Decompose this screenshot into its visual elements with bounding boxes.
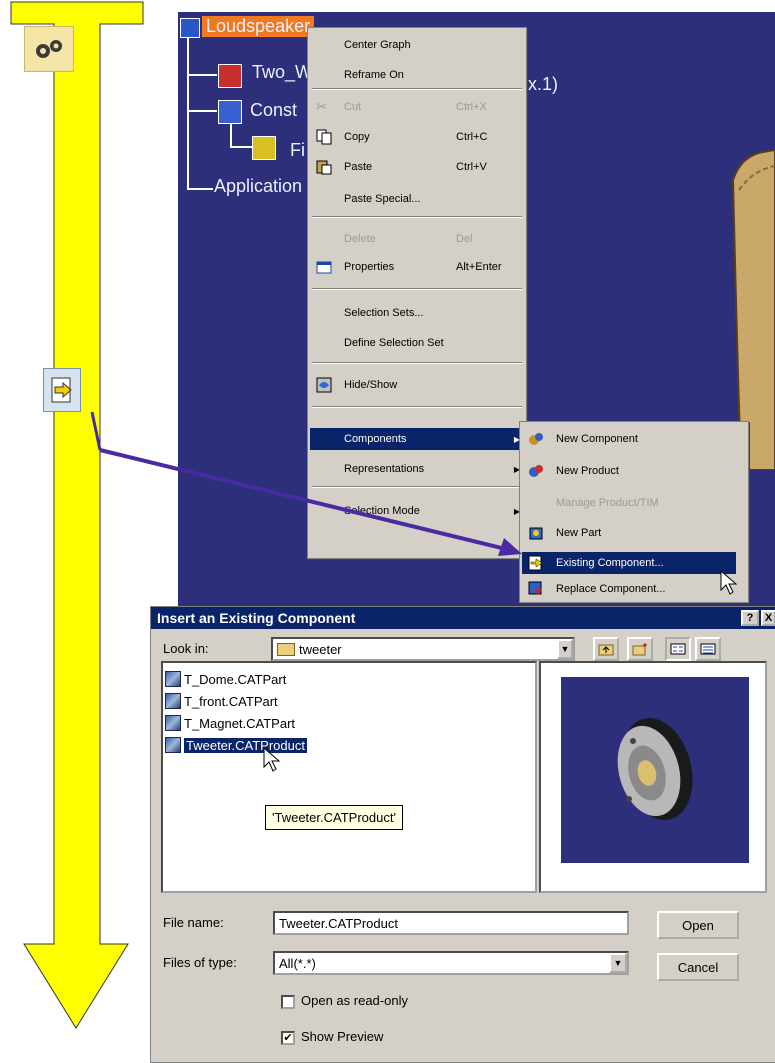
menu-item-hide-show[interactable]: Hide/Show [310, 374, 524, 396]
menu-item-selection-sets[interactable]: Selection Sets... [310, 302, 524, 324]
catproduct-icon [165, 737, 181, 753]
help-button[interactable]: ? [741, 610, 759, 626]
product-icon [218, 64, 242, 88]
file-name-input[interactable]: Tweeter.CATProduct [273, 911, 629, 935]
show-preview-checkbox[interactable]: ✔ [281, 1031, 295, 1045]
product-icon [180, 18, 200, 38]
close-button[interactable]: X [761, 610, 775, 626]
submenu-item-replace-component[interactable]: Replace Component... [522, 578, 736, 600]
replace-component-icon [528, 581, 544, 597]
mouse-cursor-icon [720, 570, 738, 595]
folder-icon [277, 642, 295, 656]
insert-component-icon[interactable] [43, 368, 81, 412]
dropdown-arrow-icon[interactable]: ▼ [557, 639, 573, 659]
menu-item-properties[interactable]: Properties Alt+Enter [310, 256, 524, 278]
menu-item-paste[interactable]: Paste Ctrl+V [310, 156, 524, 178]
tree-item[interactable]: Application [214, 176, 302, 197]
tooltip: 'Tweeter.CATProduct' [265, 805, 403, 830]
submenu-item-new-product[interactable]: New Product [522, 460, 736, 482]
read-only-label: Open as read-only [301, 993, 408, 1008]
list-item[interactable]: T_Dome.CATPart [165, 669, 286, 689]
list-item[interactable]: T_front.CATPart [165, 691, 278, 711]
details-view-icon[interactable] [695, 637, 721, 661]
submenu-item-new-part[interactable]: New Part [522, 522, 736, 544]
cancel-button[interactable]: Cancel [657, 953, 739, 981]
dropdown-arrow-icon[interactable]: ▼ [609, 953, 627, 973]
submenu-item-manage-product[interactable]: Manage Product/TIM [522, 492, 736, 514]
up-folder-icon[interactable] [593, 637, 619, 661]
look-in-select[interactable]: tweeter [271, 637, 575, 661]
files-of-type-select[interactable]: All(*.*) [273, 951, 629, 975]
paste-icon [316, 159, 332, 175]
list-item[interactable]: T_Magnet.CATPart [165, 713, 295, 733]
scissors-icon: ✂ [316, 99, 327, 114]
mouse-cursor-icon [263, 747, 281, 772]
dialog-title-bar[interactable]: Insert an Existing Component [151, 607, 775, 629]
gear-icon [528, 431, 544, 447]
product-icon [528, 463, 544, 479]
submenu-item-existing-component[interactable]: Existing Component... [522, 552, 736, 574]
components-submenu: New Component New Product Manage Product… [519, 421, 749, 603]
dialog-title: Insert an Existing Component [157, 610, 356, 626]
hide-show-icon [316, 377, 332, 393]
file-name-label: File name: [163, 915, 224, 930]
tree-item-suffix: x.1) [528, 74, 559, 94]
look-in-label: Look in: [163, 641, 209, 656]
insert-existing-component-dialog: Insert an Existing Component ? X Look in… [150, 606, 775, 1063]
pointer-arrow [90, 411, 522, 556]
menu-item-copy[interactable]: Copy Ctrl+C [310, 126, 524, 148]
submenu-item-new-component[interactable]: New Component [522, 428, 736, 450]
insert-component-icon [528, 555, 544, 571]
menu-item-delete[interactable]: Delete Del [310, 228, 524, 250]
tree-item[interactable]: Fi [290, 140, 305, 161]
part-icon [528, 525, 544, 541]
menu-item-define-selection-set[interactable]: Define Selection Set [310, 332, 524, 354]
file-list[interactable]: T_Dome.CATPart T_front.CATPart T_Magnet.… [161, 661, 537, 893]
catpart-icon [165, 671, 181, 687]
preview-image [561, 677, 749, 863]
open-button[interactable]: Open [657, 911, 739, 939]
menu-item-cut[interactable]: ✂ Cut Ctrl+X [310, 96, 524, 118]
constraints-icon [218, 100, 242, 124]
new-folder-icon[interactable] [627, 637, 653, 661]
show-preview-label: Show Preview [301, 1029, 384, 1044]
list-view-icon[interactable] [665, 637, 691, 661]
tree-item[interactable]: Two_W [252, 62, 312, 83]
fix-icon [252, 136, 276, 160]
gear-icon[interactable] [24, 26, 74, 72]
preview-pane [539, 661, 767, 893]
properties-icon [316, 259, 332, 275]
read-only-checkbox[interactable] [281, 995, 295, 1009]
menu-item-center-graph[interactable]: Center Graph [310, 34, 524, 56]
tree-item[interactable]: Const [250, 100, 297, 121]
list-item-selected[interactable]: Tweeter.CATProduct [165, 735, 308, 755]
copy-icon [316, 129, 332, 145]
catpart-icon [165, 715, 181, 731]
menu-item-paste-special[interactable]: Paste Special... [310, 188, 524, 210]
catpart-icon [165, 693, 181, 709]
menu-item-reframe-on[interactable]: Reframe On [310, 64, 524, 86]
tree-root[interactable]: Loudspeaker [202, 16, 315, 37]
files-of-type-label: Files of type: [163, 955, 237, 970]
